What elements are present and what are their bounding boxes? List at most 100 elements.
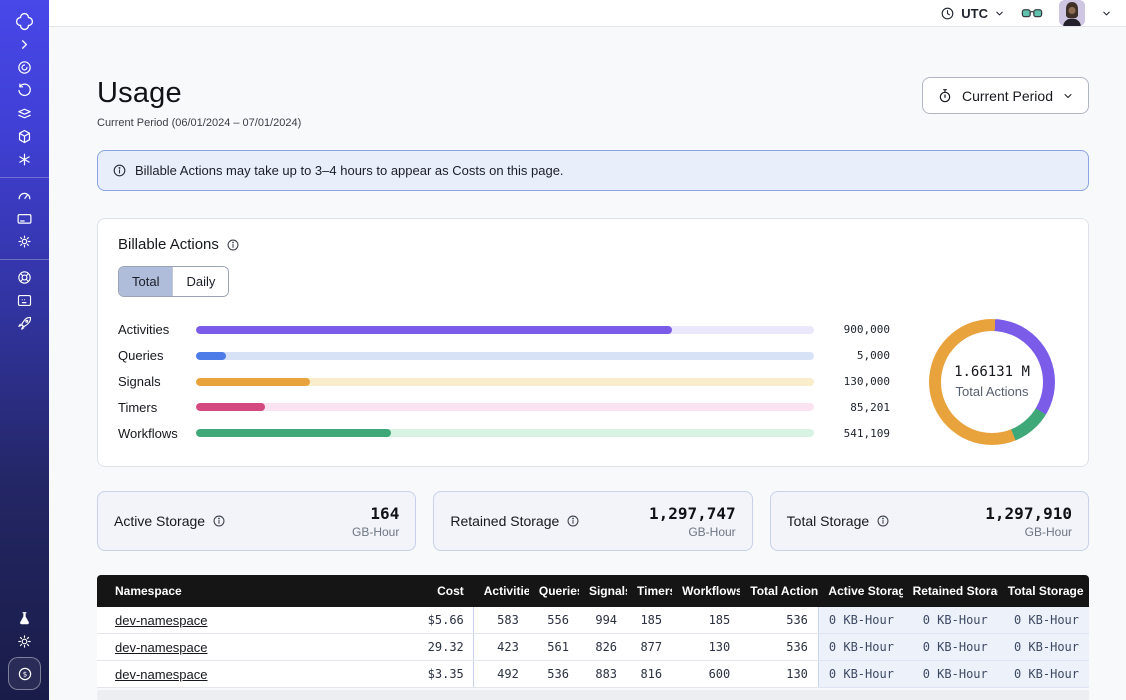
- bar-label: Workflows: [118, 426, 182, 441]
- cell-workflows: 130: [672, 634, 740, 661]
- cell-timers: 185: [627, 607, 672, 634]
- svg-text:$: $: [22, 669, 27, 678]
- sidebar-item-nexus[interactable]: [0, 148, 49, 171]
- page-content: Usage Current Period (06/01/2024 – 07/01…: [49, 27, 1126, 700]
- asterisk-icon: [16, 151, 33, 168]
- chart-row-workflows: Workflows 541,109: [118, 420, 890, 446]
- cell-queries: 561: [529, 634, 579, 661]
- info-icon[interactable]: [566, 514, 580, 528]
- cell-cost: $5.66: [418, 607, 474, 634]
- cell-activities: 423: [474, 634, 529, 661]
- gear-icon: [16, 233, 33, 250]
- table-row: dev-namespace $3.35 492 536 883 816 600 …: [97, 661, 1089, 688]
- sidebar-item-feedback[interactable]: [0, 289, 49, 312]
- col-total-storage: Total Storage: [998, 575, 1089, 607]
- cell-retained-storage: 0 KB-Hour: [903, 661, 998, 688]
- app-root: $ UTC Usage Current Pe: [0, 0, 1126, 700]
- history-icon: [16, 82, 33, 99]
- period-selector-button[interactable]: Current Period: [922, 77, 1089, 114]
- tab-daily[interactable]: Daily: [172, 267, 228, 296]
- chart-row-signals: Signals 130,000: [118, 369, 890, 395]
- cell-signals: 826: [579, 634, 627, 661]
- chart-row-activities: Activities 900,000: [118, 317, 890, 343]
- chevron-down-icon: [1101, 8, 1112, 19]
- sidebar-divider: [0, 259, 49, 260]
- storage-cards: Active Storage 164 GB-Hour Retained Stor…: [97, 491, 1089, 551]
- cell-retained-storage: 0 KB-Hour: [903, 607, 998, 634]
- bar-queries: [196, 352, 226, 360]
- sidebar-item-workflows[interactable]: [0, 125, 49, 148]
- person-icon: [1059, 0, 1085, 26]
- monitor-face-icon: [16, 292, 33, 309]
- col-cost: Cost: [418, 575, 474, 607]
- cell-timers: 816: [627, 661, 672, 688]
- cell-cost: 29.32: [418, 634, 474, 661]
- avatar[interactable]: [1059, 0, 1085, 26]
- bar-label: Signals: [118, 374, 182, 389]
- pricing-button[interactable]: $: [8, 657, 41, 690]
- col-timers: Timers: [627, 575, 672, 607]
- col-namespace: Namespace: [97, 575, 418, 607]
- retained-storage-card: Retained Storage 1,297,747 GB-Hour: [433, 491, 752, 551]
- info-icon[interactable]: [212, 514, 226, 528]
- sidebar-expand-button[interactable]: [0, 33, 49, 56]
- storage-card-label: Active Storage: [114, 513, 205, 529]
- cell-cost: $3.35: [418, 661, 474, 688]
- credit-card-icon: [16, 210, 33, 227]
- bar-label: Activities: [118, 322, 182, 337]
- sidebar-item-support[interactable]: [0, 266, 49, 289]
- info-banner: Billable Actions may take up to 3–4 hour…: [97, 150, 1089, 191]
- cell-total-storage: 0 KB-Hour: [998, 661, 1089, 688]
- temporal-logo-icon: [15, 12, 34, 31]
- billable-actions-chart: Activities 900,000 Queries 5,000 Signals: [118, 317, 1068, 446]
- sidebar-item-deployments[interactable]: [0, 102, 49, 125]
- col-signals: Signals: [579, 575, 627, 607]
- account-menu-chevron[interactable]: [1101, 8, 1112, 19]
- storage-card-unit: GB-Hour: [649, 525, 736, 539]
- tab-total[interactable]: Total: [119, 267, 172, 296]
- donut-total-value: 1.66131 M: [954, 364, 1030, 380]
- col-active-storage: Active Storage: [818, 575, 902, 607]
- namespaces-icon: [16, 59, 33, 76]
- cell-total-actions: 536: [740, 607, 818, 634]
- bar-label: Queries: [118, 348, 182, 363]
- sidebar-item-labs[interactable]: [0, 607, 49, 630]
- period-label: Current Period: [962, 88, 1053, 104]
- namespace-link[interactable]: dev-namespace: [115, 613, 208, 628]
- clock-icon: [940, 6, 955, 21]
- sidebar-item-billing[interactable]: [0, 207, 49, 230]
- cell-timers: 877: [627, 634, 672, 661]
- bar-label: Timers: [118, 400, 182, 415]
- dollar-coin-icon: $: [16, 665, 34, 683]
- donut-total-label: Total Actions: [956, 384, 1029, 399]
- reader-view-button[interactable]: [1021, 4, 1043, 22]
- sidebar-item-usage[interactable]: [0, 184, 49, 207]
- total-storage-card: Total Storage 1,297,910 GB-Hour: [770, 491, 1089, 551]
- col-queries: Queries: [529, 575, 579, 607]
- cell-retained-storage: 0 KB-Hour: [903, 634, 998, 661]
- theme-toggle[interactable]: [0, 630, 49, 653]
- info-icon[interactable]: [226, 238, 240, 252]
- sidebar-item-history[interactable]: [0, 79, 49, 102]
- table-row: dev-namespace 29.32 423 561 826 877 130 …: [97, 634, 1089, 661]
- info-icon: [112, 163, 127, 178]
- sidebar-item-namespaces[interactable]: [0, 56, 49, 79]
- storage-card-value: 164: [352, 504, 399, 523]
- cell-total-actions: 536: [740, 634, 818, 661]
- info-icon[interactable]: [876, 514, 890, 528]
- donut-chart: 1.66131 M Total Actions: [929, 319, 1055, 445]
- sidebar-item-getting-started[interactable]: [0, 312, 49, 335]
- namespace-link[interactable]: dev-namespace: [115, 640, 208, 655]
- total-daily-tabs: Total Daily: [118, 266, 229, 297]
- sidebar-item-settings[interactable]: [0, 230, 49, 253]
- namespace-link[interactable]: dev-namespace: [115, 667, 208, 682]
- sun-icon: [16, 633, 33, 650]
- timezone-selector[interactable]: UTC: [940, 6, 1005, 21]
- flask-icon: [16, 610, 33, 627]
- cell-signals: 994: [579, 607, 627, 634]
- sidebar-item-home[interactable]: [0, 10, 49, 33]
- cell-active-storage: 0 KB-Hour: [818, 661, 902, 688]
- timezone-label: UTC: [961, 6, 988, 21]
- bar-activities: [196, 326, 672, 334]
- col-activities: Activities: [474, 575, 529, 607]
